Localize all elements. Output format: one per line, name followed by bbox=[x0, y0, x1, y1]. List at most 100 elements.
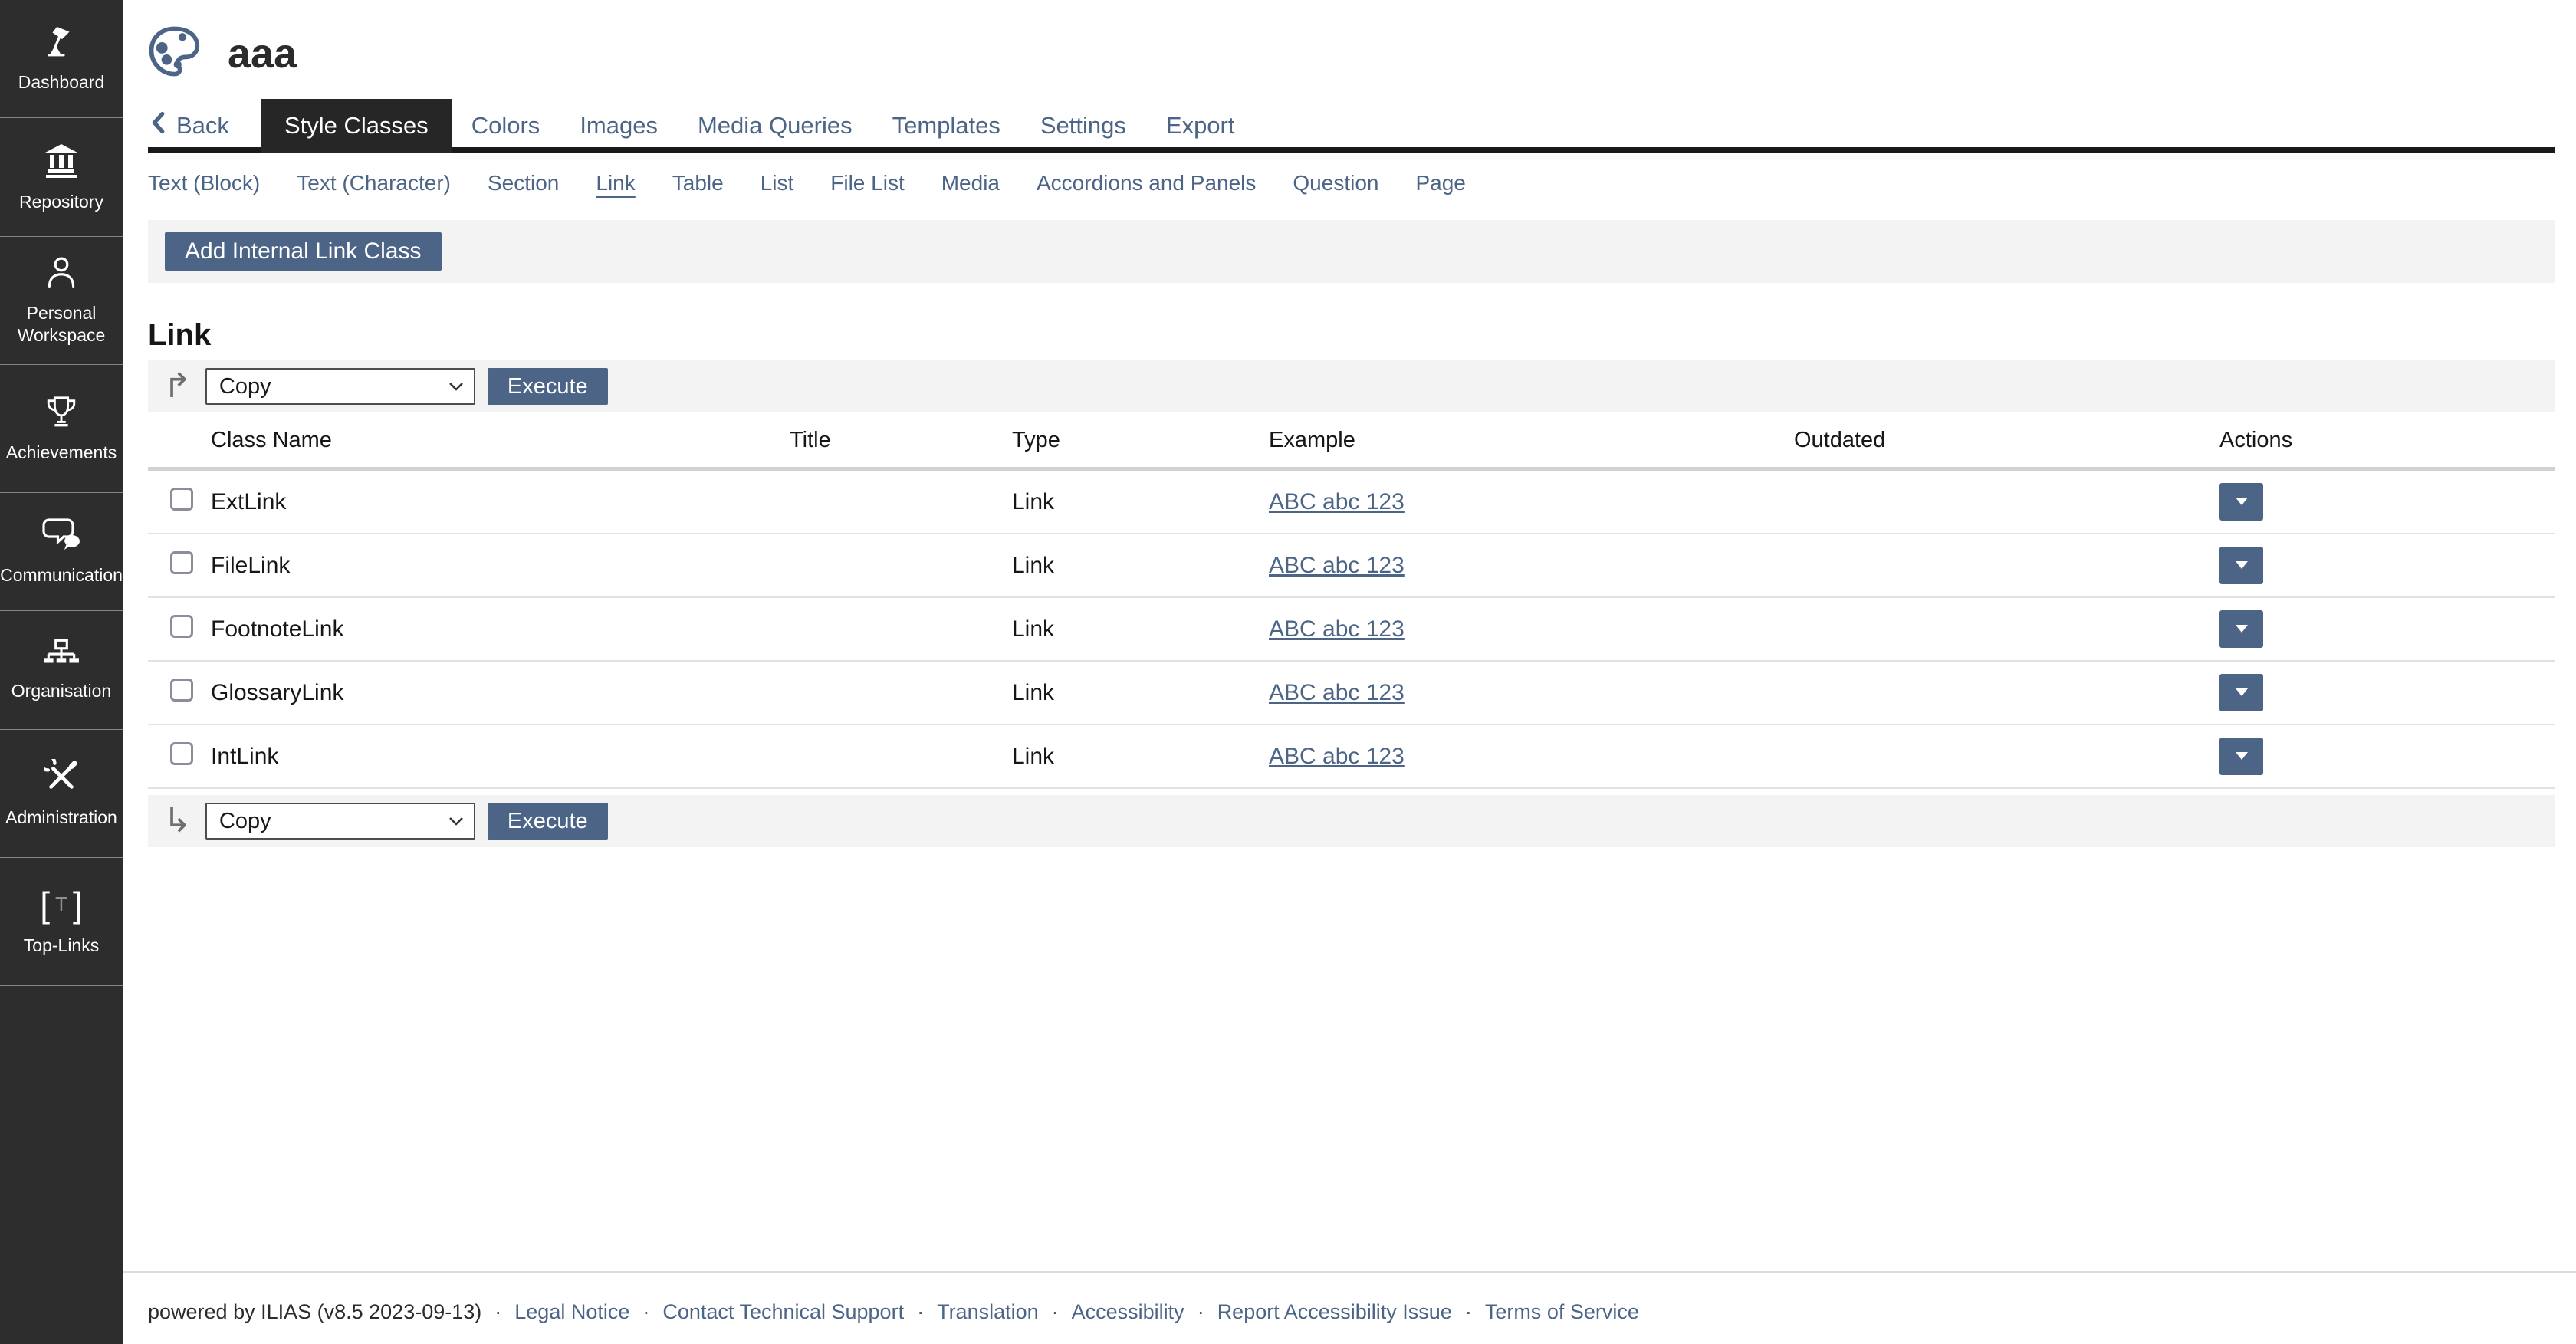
subtab-file-list[interactable]: File List bbox=[830, 171, 904, 196]
sidebar-filler bbox=[0, 986, 123, 1344]
tab-bar: Back Style Classes Colors Images Media Q… bbox=[148, 99, 2555, 153]
page-header: aaa bbox=[123, 0, 2576, 81]
class-name-cell: FileLink bbox=[211, 553, 790, 579]
page-footer: powered by ILIAS (v8.5 2023-09-13) · Leg… bbox=[123, 1271, 2576, 1344]
header-outdated: Outdated bbox=[1794, 428, 2220, 453]
example-link[interactable]: ABC abc 123 bbox=[1269, 680, 1405, 705]
palette-icon bbox=[148, 26, 205, 81]
back-button[interactable]: Back bbox=[148, 99, 249, 153]
footer-separator: · bbox=[495, 1300, 501, 1324]
execute-button[interactable]: Execute bbox=[488, 803, 608, 840]
subtab-link[interactable]: Link bbox=[596, 171, 635, 196]
subtab-section[interactable]: Section bbox=[488, 171, 559, 196]
footer-separator: · bbox=[1198, 1300, 1204, 1324]
sidebar-item-label: Achievements bbox=[3, 442, 120, 464]
table-row: GlossaryLink Link ABC abc 123 bbox=[148, 662, 2555, 725]
page-title: aaa bbox=[228, 30, 297, 77]
row-actions-dropdown-button[interactable] bbox=[2220, 674, 2263, 711]
section-heading: Link bbox=[148, 318, 2555, 353]
bulk-action-select[interactable]: Copy bbox=[205, 368, 475, 405]
sidebar-item-repository[interactable]: Repository bbox=[0, 118, 123, 237]
type-cell: Link bbox=[1012, 553, 1269, 579]
tools-icon bbox=[44, 759, 79, 794]
bulk-action-bar-top: ↱ Copy Execute bbox=[148, 360, 2555, 412]
sidebar-item-label: Administration bbox=[2, 807, 120, 829]
type-cell: Link bbox=[1012, 489, 1269, 515]
sidebar-item-dashboard[interactable]: Dashboard bbox=[0, 0, 123, 118]
example-link[interactable]: ABC abc 123 bbox=[1269, 553, 1405, 578]
footer-link-terms-of-service[interactable]: Terms of Service bbox=[1485, 1300, 1639, 1324]
lamp-icon bbox=[44, 24, 79, 59]
caret-down-icon bbox=[2236, 623, 2248, 635]
sidebar-item-organisation[interactable]: Organisation bbox=[0, 611, 123, 730]
bank-icon bbox=[43, 142, 80, 179]
app-window: Dashboard Repository bbox=[0, 0, 2576, 1344]
sidebar-item-administration[interactable]: Administration bbox=[0, 730, 123, 858]
subtab-text-block[interactable]: Text (Block) bbox=[148, 171, 260, 196]
footer-link-translation[interactable]: Translation bbox=[937, 1300, 1039, 1324]
sidebar-item-achievements[interactable]: Achievements bbox=[0, 365, 123, 493]
row-checkbox[interactable] bbox=[170, 488, 193, 511]
header-title: Title bbox=[790, 428, 1012, 453]
sidebar-item-label: Personal Workspace bbox=[0, 302, 123, 347]
header-example: Example bbox=[1269, 428, 1794, 453]
footer-separator: · bbox=[917, 1300, 924, 1324]
sidebar-item-communication[interactable]: Communication bbox=[0, 493, 123, 611]
sidebar-item-label: Top-Links bbox=[21, 935, 102, 957]
add-internal-link-class-button[interactable]: Add Internal Link Class bbox=[165, 232, 442, 271]
example-link[interactable]: ABC abc 123 bbox=[1269, 744, 1405, 769]
class-name-cell: FootnoteLink bbox=[211, 616, 790, 642]
table-header-row: Class Name Title Type Example Outdated A… bbox=[148, 414, 2555, 471]
example-link[interactable]: ABC abc 123 bbox=[1269, 489, 1405, 514]
sidebar-item-label: Dashboard bbox=[15, 71, 108, 94]
row-actions-dropdown-button[interactable] bbox=[2220, 610, 2263, 648]
row-checkbox[interactable] bbox=[170, 679, 193, 702]
tab-templates[interactable]: Templates bbox=[872, 99, 1020, 153]
row-checkbox[interactable] bbox=[170, 551, 193, 574]
subtab-page[interactable]: Page bbox=[1415, 171, 1465, 196]
sidebar-item-personal-workspace[interactable]: Personal Workspace bbox=[0, 237, 123, 365]
execute-button[interactable]: Execute bbox=[488, 368, 608, 405]
tab-images[interactable]: Images bbox=[560, 99, 678, 153]
type-cell: Link bbox=[1012, 680, 1269, 706]
type-cell: Link bbox=[1012, 616, 1269, 642]
tab-style-classes[interactable]: Style Classes bbox=[261, 99, 452, 153]
org-chart-icon bbox=[42, 639, 80, 668]
caret-down-icon bbox=[2236, 751, 2248, 762]
sidebar-item-label: Communication bbox=[0, 564, 126, 587]
row-actions-dropdown-button[interactable] bbox=[2220, 483, 2263, 521]
footer-link-report-accessibility-issue[interactable]: Report Accessibility Issue bbox=[1217, 1300, 1452, 1324]
bulk-action-select-wrap: Copy bbox=[205, 803, 475, 840]
subtab-text-character[interactable]: Text (Character) bbox=[297, 171, 451, 196]
sidebar-item-label: Repository bbox=[16, 191, 107, 213]
row-checkbox[interactable] bbox=[170, 742, 193, 765]
caret-down-icon bbox=[2236, 496, 2248, 508]
subtab-question[interactable]: Question bbox=[1293, 171, 1378, 196]
footer-separator: · bbox=[642, 1300, 649, 1324]
tab-settings[interactable]: Settings bbox=[1020, 99, 1146, 153]
subtab-media[interactable]: Media bbox=[941, 171, 1000, 196]
header-type: Type bbox=[1012, 428, 1269, 453]
footer-link-accessibility[interactable]: Accessibility bbox=[1072, 1300, 1184, 1324]
arrow-down-right-icon: ↳ bbox=[163, 804, 192, 838]
tab-colors[interactable]: Colors bbox=[452, 99, 560, 153]
class-name-cell: IntLink bbox=[211, 744, 790, 770]
tab-export[interactable]: Export bbox=[1146, 99, 1255, 153]
arrow-up-right-icon: ↱ bbox=[163, 370, 192, 403]
trophy-icon bbox=[44, 394, 79, 429]
row-actions-dropdown-button[interactable] bbox=[2220, 547, 2263, 584]
tab-media-queries[interactable]: Media Queries bbox=[678, 99, 872, 153]
bulk-action-select[interactable]: Copy bbox=[205, 803, 475, 840]
sidebar-item-top-links[interactable]: [T] Top-Links bbox=[0, 858, 123, 986]
footer-link-contact-technical-support[interactable]: Contact Technical Support bbox=[662, 1300, 904, 1324]
class-name-cell: ExtLink bbox=[211, 489, 790, 515]
row-checkbox[interactable] bbox=[170, 615, 193, 638]
subtab-accordions-and-panels[interactable]: Accordions and Panels bbox=[1037, 171, 1256, 196]
row-actions-dropdown-button[interactable] bbox=[2220, 738, 2263, 775]
example-link[interactable]: ABC abc 123 bbox=[1269, 616, 1405, 642]
footer-separator: · bbox=[1052, 1300, 1059, 1324]
subtab-table[interactable]: Table bbox=[672, 171, 724, 196]
table-row: IntLink Link ABC abc 123 bbox=[148, 725, 2555, 789]
subtab-list[interactable]: List bbox=[761, 171, 794, 196]
footer-link-legal-notice[interactable]: Legal Notice bbox=[514, 1300, 629, 1324]
